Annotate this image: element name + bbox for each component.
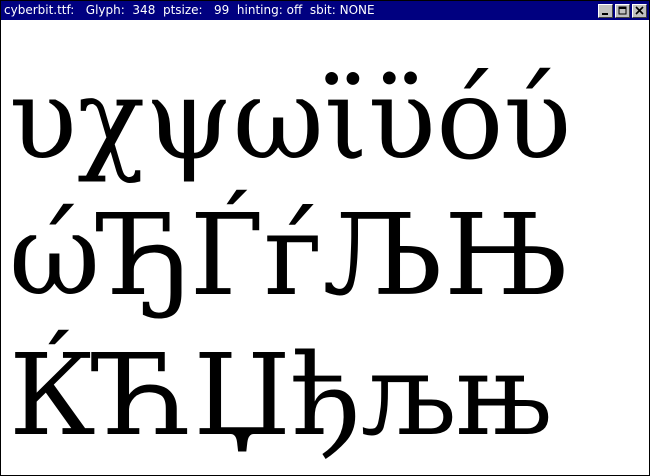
window-controls <box>598 3 649 18</box>
window-title: cyberbit.ttf: Glyph: 348 ptsize: 99 hint… <box>4 3 375 17</box>
glyph-row-1: υχψωϊϋόύ <box>9 55 572 185</box>
font-viewer-window: cyberbit.ttf: Glyph: 348 ptsize: 99 hint… <box>0 0 650 476</box>
title-bar[interactable]: cyberbit.ttf: Glyph: 348 ptsize: 99 hint… <box>1 1 649 20</box>
minimize-icon <box>602 12 608 15</box>
glyph-display-area: υχψωϊϋόύ ώЂЃѓЉЊ ЌЋЏђљњ <box>1 20 649 475</box>
minimize-button[interactable] <box>598 3 613 18</box>
close-icon <box>635 5 644 15</box>
close-button[interactable] <box>632 3 647 18</box>
maximize-button[interactable] <box>615 3 630 18</box>
maximize-icon <box>618 6 627 14</box>
glyph-row-2: ώЂЃѓЉЊ <box>9 191 570 321</box>
glyph-row-3: ЌЋЏђљњ <box>9 331 552 461</box>
